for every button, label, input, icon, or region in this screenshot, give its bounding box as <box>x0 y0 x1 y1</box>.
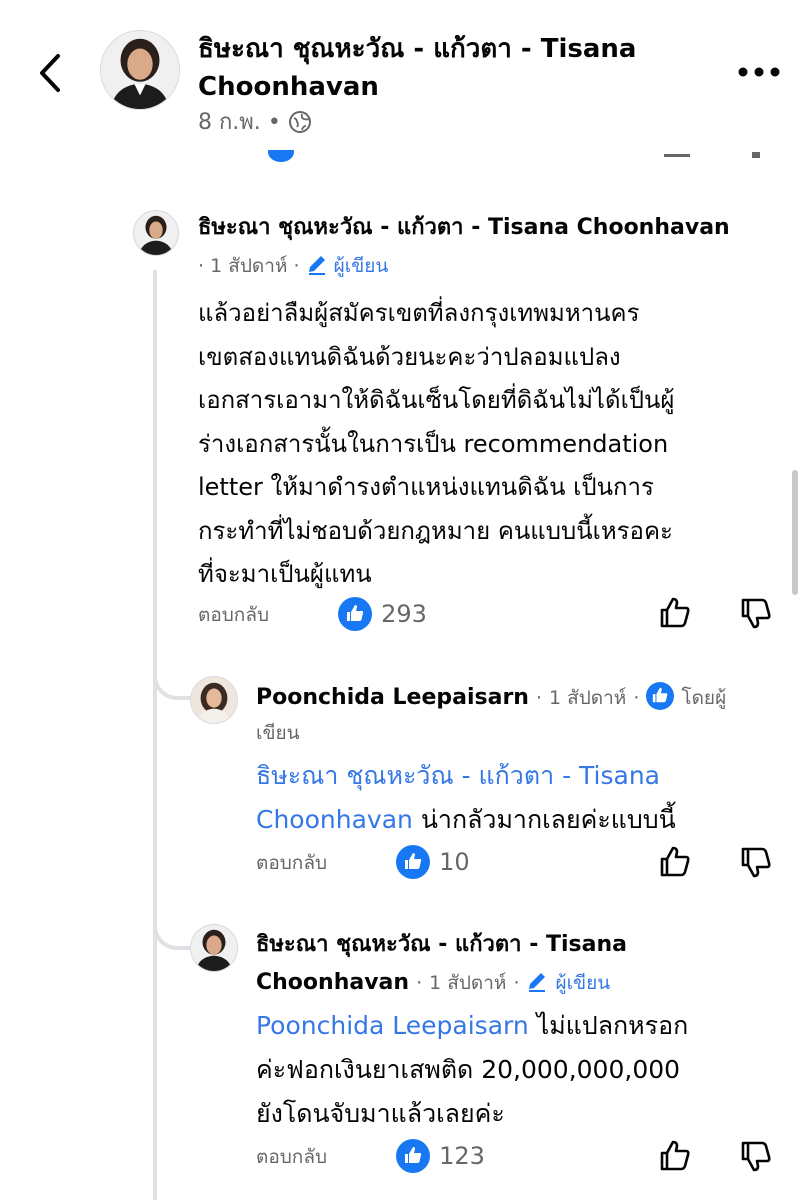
comment-avatar[interactable] <box>133 210 179 256</box>
comment-author[interactable]: Poonchida Leepaisarn <box>256 685 529 710</box>
thumbs-up-icon <box>660 846 690 877</box>
thread-connector-1 <box>153 640 193 700</box>
post-author-name[interactable]: ธิษะณา ชุณหะวัณ - แก้วตา - Tisana Choonh… <box>198 30 718 106</box>
comment-body-line: เขตสองแทนดิฉันด้วยนะคะว่าปลอมแปลง <box>198 342 621 371</box>
chevron-left-icon <box>40 54 60 92</box>
like-button[interactable] <box>657 1138 693 1174</box>
author-liked-label-cont: เขียน <box>256 722 300 744</box>
comment-time[interactable]: 1 สัปดาห์ <box>549 687 626 709</box>
like-reaction-icon <box>396 1139 430 1173</box>
post-date[interactable]: 8 ก.พ. <box>198 110 261 135</box>
meta-separator: · <box>198 255 205 277</box>
mention-link-cont[interactable]: Choonhavan <box>256 805 413 834</box>
like-badge-icon <box>646 682 675 710</box>
dislike-button[interactable] <box>738 1138 774 1174</box>
more-options-button[interactable] <box>736 62 782 82</box>
like-count-value: 10 <box>439 848 470 876</box>
meta-separator: • <box>267 110 281 135</box>
reply-button[interactable]: ตอบกลับ <box>256 1142 327 1172</box>
comment-body-line: เอกสารเอามาให้ดิฉันเซ็นโดยที่ดิฉันไม่ได้… <box>198 386 675 414</box>
reply-text: น่ากลัวมากเลยค่ะแบบนี้ <box>412 805 676 834</box>
post-author-avatar[interactable] <box>100 30 180 110</box>
thread-connector-2 <box>153 880 193 950</box>
reply-body: ธิษะณา ชุณหะวัณ - แก้วตา - Tisana Choonh… <box>256 754 786 842</box>
comment-author[interactable]: ธิษะณา ชุณหะวัณ - แก้วตา - Tisana <box>256 926 786 964</box>
more-horizontal-icon <box>738 67 780 77</box>
thumbs-up-icon <box>660 597 690 628</box>
post-author-name-line1: ธิษะณา ชุณหะวัณ - แก้วตา - Tisana <box>198 34 637 64</box>
reply-header: Poonchida Leepaisarn · 1 สัปดาห์ · โดยผู… <box>256 680 786 716</box>
comment-body-line: ที่จะมาเป็นผู้แทน <box>198 560 372 588</box>
meta-separator: · <box>513 972 520 994</box>
meta-separator: · <box>535 687 543 709</box>
like-count-value: 293 <box>381 600 427 628</box>
meta-separator: · <box>633 687 640 709</box>
comment-author[interactable]: ธิษะณา ชุณหะวัณ - แก้วตา - Tisana Choonh… <box>198 212 730 244</box>
author-badge: ผู้เขียน <box>333 255 389 277</box>
reply-text-line: ยังโดนจับมาแล้วเลยค่ะ <box>256 1099 505 1128</box>
reply-button[interactable]: ตอบกลับ <box>256 848 327 878</box>
thumbs-down-icon <box>741 847 771 878</box>
post-meta: 8 ก.พ. • <box>198 108 312 143</box>
dislike-button[interactable] <box>738 595 774 631</box>
comment-author-cont[interactable]: Choonhavan <box>256 970 409 995</box>
meta-separator: · <box>293 255 300 277</box>
like-count[interactable]: 293 <box>338 597 427 631</box>
like-count[interactable]: 123 <box>396 1139 485 1173</box>
pencil-icon <box>526 970 555 995</box>
like-button[interactable] <box>657 595 693 631</box>
reply-text: ไม่แปลกหรอก <box>528 1011 689 1040</box>
thread-line-main <box>153 270 157 1200</box>
thumbs-up-icon <box>660 1140 690 1171</box>
thumbs-down-icon <box>741 1141 771 1172</box>
reply-avatar[interactable] <box>190 676 238 724</box>
thumbs-down-icon <box>741 598 771 629</box>
meta-separator: · <box>416 972 423 994</box>
like-count[interactable]: 10 <box>396 845 470 879</box>
comment-time[interactable]: 1 สัปดาห์ <box>429 972 506 994</box>
back-button[interactable] <box>30 50 70 96</box>
comment-body-line: ร่างเอกสารนั้นในการเป็น recommendation <box>198 429 669 458</box>
author-liked-label: โดยผู้ <box>681 687 727 709</box>
scrollbar[interactable] <box>792 470 798 595</box>
scrolled-content-fragment <box>268 150 768 164</box>
reply-header: ธิษะณา ชุณหะวัณ - แก้วตา - Tisana Choonh… <box>256 926 786 1002</box>
post-author-name-line2: Choonhavan <box>198 72 379 102</box>
reply-avatar[interactable] <box>190 924 238 972</box>
mention-link[interactable]: ธิษะณา ชุณหะวัณ - แก้วตา - Tisana <box>256 754 786 798</box>
globe-icon <box>288 110 312 143</box>
like-count-value: 123 <box>439 1142 485 1170</box>
reply-text-line: ค่ะฟอกเงินยาเสพติด 20,000,000,000 <box>256 1055 681 1084</box>
comment-time[interactable]: 1 สัปดาห์ <box>210 255 287 277</box>
dislike-button[interactable] <box>738 844 774 880</box>
like-button[interactable] <box>657 844 693 880</box>
author-badge: ผู้เขียน <box>555 972 611 994</box>
comment-body-line: แล้วอย่าลืมผู้สมัครเขตที่ลงกรุงเทพมหานคร <box>198 299 640 327</box>
comment-meta: · 1 สัปดาห์ · ผู้เขียน <box>198 252 388 280</box>
mention-link[interactable]: Poonchida Leepaisarn <box>256 1011 529 1040</box>
like-reaction-icon <box>338 597 372 631</box>
like-reaction-icon <box>396 845 430 879</box>
comment-body: แล้วอย่าลืมผู้สมัครเขตที่ลงกรุงเทพมหานคร… <box>198 292 674 597</box>
comment-body-line: กระทำที่ไม่ชอบด้วยกฎหมาย คนแบบนี้เหรอคะ <box>198 516 673 545</box>
pencil-icon <box>306 255 334 277</box>
comment-body-line: letter ให้มาดำรงตำแหน่งแทนดิฉัน เป็นการ <box>198 473 654 501</box>
reply-button[interactable]: ตอบกลับ <box>198 600 269 630</box>
reply-body: Poonchida Leepaisarn ไม่แปลกหรอก ค่ะฟอกเ… <box>256 1004 786 1136</box>
